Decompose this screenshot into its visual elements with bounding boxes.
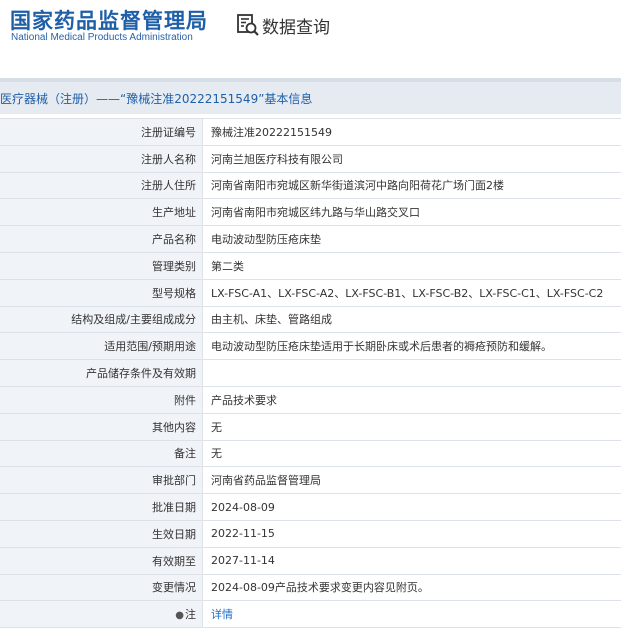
row-value: 2024-08-09 xyxy=(203,494,621,521)
data-query-label: 数据查询 xyxy=(262,13,330,38)
row-value: 河南兰旭医疗科技有限公司 xyxy=(203,145,621,172)
info-table: 注册证编号豫械注准20222151549注册人名称河南兰旭医疗科技有限公司注册人… xyxy=(0,118,621,628)
table-row: 生效日期2022-11-15 xyxy=(0,520,621,547)
row-value: 由主机、床垫、管路组成 xyxy=(203,306,621,333)
row-value: LX-FSC-A1、LX-FSC-A2、LX-FSC-B1、LX-FSC-B2、… xyxy=(203,279,621,306)
row-value: 2027-11-14 xyxy=(203,547,621,574)
table-row: 其他内容无 xyxy=(0,413,621,440)
table-row: 注册证编号豫械注准20222151549 xyxy=(0,119,621,146)
table-row: 管理类别第二类 xyxy=(0,252,621,279)
table-row: 注册人名称河南兰旭医疗科技有限公司 xyxy=(0,145,621,172)
data-query-link[interactable]: 数据查询 xyxy=(236,12,330,38)
row-value: 豫械注准20222151549 xyxy=(203,119,621,146)
table-row: 附件产品技术要求 xyxy=(0,386,621,413)
row-label: 产品储存条件及有效期 xyxy=(0,360,203,387)
row-label: 其他内容 xyxy=(0,413,203,440)
table-row: 结构及组成/主要组成成分由主机、床垫、管路组成 xyxy=(0,306,621,333)
table-row: 备注无 xyxy=(0,440,621,467)
table-row: 变更情况2024-08-09产品技术要求变更内容见附页。 xyxy=(0,574,621,601)
row-value: 无 xyxy=(203,413,621,440)
row-label: 管理类别 xyxy=(0,252,203,279)
note-value-cell: 详情 xyxy=(203,601,621,628)
logo-title[interactable]: 国家药品监督管理局 xyxy=(10,5,208,35)
row-label: 产品名称 xyxy=(0,226,203,253)
table-row: 产品名称电动波动型防压疮床垫 xyxy=(0,226,621,253)
note-label: 注 xyxy=(185,608,196,621)
row-value: 无 xyxy=(203,440,621,467)
row-label: 结构及组成/主要组成成分 xyxy=(0,306,203,333)
row-label: 注册人名称 xyxy=(0,145,203,172)
row-label: 有效期至 xyxy=(0,547,203,574)
row-label: 审批部门 xyxy=(0,467,203,494)
row-label: 批准日期 xyxy=(0,494,203,521)
row-value: 河南省南阳市宛城区新华街道滨河中路向阳荷花广场门面2楼 xyxy=(203,172,621,199)
logo-subtitle[interactable]: National Medical Products Administration xyxy=(11,32,193,43)
page-title-bar: 医疗器械（注册）——“豫械注准20222151549”基本信息 xyxy=(0,78,621,114)
row-label: 备注 xyxy=(0,440,203,467)
table-row-note: ●注详情 xyxy=(0,601,621,628)
page-title: 医疗器械（注册）——“豫械注准20222151549”基本信息 xyxy=(0,90,312,107)
row-value xyxy=(203,360,621,387)
row-label: 注册证编号 xyxy=(0,119,203,146)
row-label: 注册人住所 xyxy=(0,172,203,199)
pin-icon: ● xyxy=(175,610,184,621)
row-value: 2022-11-15 xyxy=(203,520,621,547)
table-row: 审批部门河南省药品监督管理局 xyxy=(0,467,621,494)
row-value: 电动波动型防压疮床垫适用于长期卧床或术后患者的褥疮预防和缓解。 xyxy=(203,333,621,360)
row-label: 型号规格 xyxy=(0,279,203,306)
details-link[interactable]: 详情 xyxy=(211,608,233,621)
row-label: 附件 xyxy=(0,386,203,413)
row-value: 产品技术要求 xyxy=(203,386,621,413)
table-row: 批准日期2024-08-09 xyxy=(0,494,621,521)
table-row: 适用范围/预期用途电动波动型防压疮床垫适用于长期卧床或术后患者的褥疮预防和缓解。 xyxy=(0,333,621,360)
site-header: 国家药品监督管理局 National Medical Products Admi… xyxy=(0,0,621,78)
note-label-cell: ●注 xyxy=(0,601,203,628)
row-label: 变更情况 xyxy=(0,574,203,601)
table-row: 型号规格LX-FSC-A1、LX-FSC-A2、LX-FSC-B1、LX-FSC… xyxy=(0,279,621,306)
row-value: 河南省南阳市宛城区纬九路与华山路交叉口 xyxy=(203,199,621,226)
row-value: 河南省药品监督管理局 xyxy=(203,467,621,494)
table-row: 生产地址河南省南阳市宛城区纬九路与华山路交叉口 xyxy=(0,199,621,226)
row-value: 电动波动型防压疮床垫 xyxy=(203,226,621,253)
table-row: 注册人住所河南省南阳市宛城区新华街道滨河中路向阳荷花广场门面2楼 xyxy=(0,172,621,199)
table-row: 产品储存条件及有效期 xyxy=(0,360,621,387)
row-label: 适用范围/预期用途 xyxy=(0,333,203,360)
row-value: 2024-08-09产品技术要求变更内容见附页。 xyxy=(203,574,621,601)
table-row: 有效期至2027-11-14 xyxy=(0,547,621,574)
row-value: 第二类 xyxy=(203,252,621,279)
row-label: 生产地址 xyxy=(0,199,203,226)
row-label: 生效日期 xyxy=(0,520,203,547)
search-document-icon xyxy=(236,13,260,37)
